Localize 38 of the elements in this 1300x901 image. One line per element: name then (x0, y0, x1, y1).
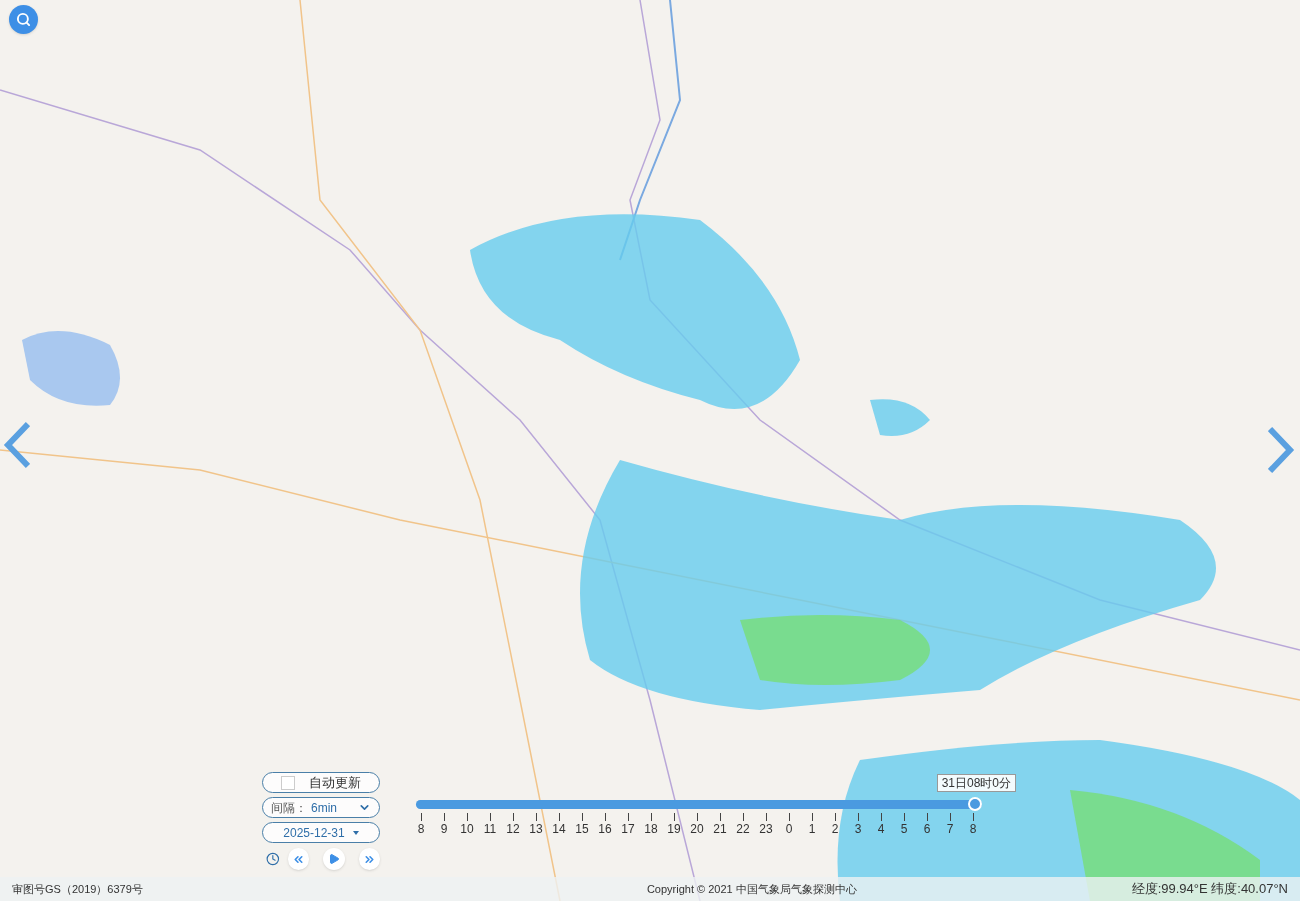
hour-label: 11 (483, 821, 497, 837)
hour-label: 14 (552, 821, 566, 837)
hour-label: 8 (417, 821, 425, 837)
hour-label: 15 (575, 821, 589, 837)
hour-label: 21 (713, 821, 727, 837)
auto-update-toggle[interactable]: 自动更新 (262, 772, 380, 793)
search-icon (16, 12, 31, 27)
hour-label: 18 (644, 821, 658, 837)
clock-icon (266, 852, 280, 866)
hour-label: 4 (877, 821, 885, 837)
coordinates-text: 经度:99.94°E 纬度:40.07°N (1131, 880, 1288, 899)
hour-label: 16 (598, 821, 612, 837)
hour-label: 5 (900, 821, 908, 837)
hour-label: 23 (759, 821, 773, 837)
hour-label: 0 (785, 821, 793, 837)
hour-label: 17 (621, 821, 635, 837)
hour-label: 12 (506, 821, 520, 837)
timeline-slider[interactable] (416, 797, 982, 811)
hour-label: 6 (923, 821, 931, 837)
hour-label: 7 (946, 821, 954, 837)
hour-label: 2 (831, 821, 839, 837)
hour-label: 9 (440, 821, 448, 837)
copyright-text: Copyright © 2021 中国气象局气象探测中心 (645, 881, 858, 897)
hour-label: 22 (736, 821, 750, 837)
hour-label: 20 (690, 821, 704, 837)
hour-label: 3 (854, 821, 862, 837)
date-select[interactable]: 2025-12-31 (262, 822, 380, 843)
play-icon (327, 853, 340, 865)
hour-label: 8 (969, 821, 977, 837)
checkbox[interactable] (281, 775, 295, 790)
time-tooltip: 31日08时0分 (936, 774, 1016, 792)
hour-label: 13 (529, 821, 543, 837)
caret-icon (352, 830, 359, 835)
hour-label: 19 (667, 821, 681, 837)
interval-select[interactable]: 间隔： 6min (262, 797, 380, 818)
hour-label: 10 (460, 821, 474, 837)
approval-number: 审图号GS（2019）6379号 (12, 881, 144, 897)
hour-label: 1 (808, 821, 816, 837)
